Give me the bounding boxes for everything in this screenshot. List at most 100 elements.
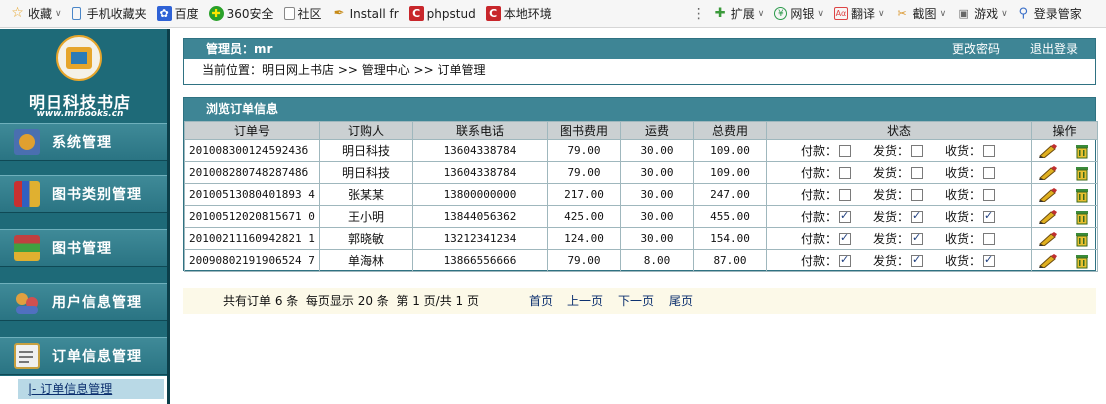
cphp-icon: C <box>408 6 424 21</box>
bookmark-mobile[interactable]: 手机收藏夹 <box>71 5 147 22</box>
puzzle-icon: ✚ <box>714 6 726 21</box>
page-icon <box>283 7 295 20</box>
trash-icon[interactable] <box>1074 231 1090 247</box>
bookmark-favorites[interactable]: ☆ 收藏 ∨ <box>10 5 61 22</box>
col-shipping: 运费 <box>620 121 694 140</box>
received-checkbox[interactable] <box>983 145 996 157</box>
edit-icon[interactable] <box>1039 143 1059 158</box>
received-checkbox[interactable] <box>983 209 996 223</box>
received-checkbox[interactable] <box>983 233 996 245</box>
store-logo: 明日科技书店 www.mrbooks.cn <box>0 29 167 122</box>
buyer-name: 单海林 <box>319 249 413 272</box>
phone-number: 13844056362 <box>412 205 548 228</box>
bookmark-install[interactable]: ✒ Install fr <box>332 6 399 21</box>
shipped-checkbox[interactable] <box>911 145 923 157</box>
admin-header: 管理员：mr 更改密码 退出登录 <box>184 39 1095 59</box>
toolbar-screenshot[interactable]: ✂ 截图 ∨ <box>895 5 946 22</box>
shipped-checkbox[interactable] <box>911 253 923 267</box>
pen-icon: ✒ <box>333 6 345 21</box>
shipped-checkbox[interactable] <box>911 167 923 179</box>
received-label: 收货： <box>945 188 982 202</box>
paid-label: 付款： <box>800 210 837 224</box>
more-vertical-icon[interactable]: ⋮ <box>692 6 706 22</box>
received-checkbox[interactable] <box>983 189 996 201</box>
toolbar-extensions[interactable]: ✚ 扩展 ∨ <box>713 5 765 22</box>
last-page-link[interactable]: 尾页 <box>669 288 693 314</box>
bookmark-phpstudy[interactable]: Cphpstud <box>408 6 476 21</box>
sidebar-item-system[interactable]: 系统管理 <box>0 123 167 161</box>
shipped-checkbox[interactable] <box>911 189 923 201</box>
cphp-icon: C <box>485 6 501 21</box>
received-checkbox[interactable] <box>983 253 996 267</box>
next-page-link[interactable]: 下一页 <box>618 288 654 314</box>
toolbar-translate[interactable]: Aα 翻译 ∨ <box>833 5 885 22</box>
edit-icon[interactable] <box>1039 187 1059 202</box>
system-settings-icon <box>14 129 40 155</box>
book-fee: 124.00 <box>547 227 621 250</box>
paid-checkbox[interactable] <box>838 209 851 223</box>
order-number: 20100828074828748б <box>184 161 320 184</box>
received-label: 收货： <box>945 210 982 224</box>
trash-icon[interactable] <box>1074 187 1090 203</box>
toolbar-login-manager[interactable]: ⚲ 登录管家 <box>1016 5 1082 22</box>
trash-icon[interactable] <box>1074 165 1090 181</box>
sidebar-item-users[interactable]: 用户信息管理 <box>0 283 167 321</box>
paid-label: 付款： <box>800 166 837 180</box>
buyer-name: 明日科技 <box>319 161 413 184</box>
shipped-checkbox[interactable] <box>911 231 923 245</box>
chevron-down-icon: ∨ <box>1001 8 1008 19</box>
edit-icon[interactable] <box>1039 253 1059 268</box>
trash-icon[interactable] <box>1074 253 1090 269</box>
shipped-checkbox[interactable] <box>911 209 923 223</box>
shipped-label: 发货： <box>872 166 909 180</box>
phone-number: 13212341234 <box>412 227 548 250</box>
toolbar-games[interactable]: ▣ 游戏 ∨ <box>956 5 1008 22</box>
order-notepad-icon <box>14 343 40 369</box>
table-row: 20100513080401893 4 张某某 13800000000 217.00 3… <box>184 183 1098 206</box>
sidebar-item-books[interactable]: 图书管理 <box>0 229 167 267</box>
edit-icon[interactable] <box>1039 165 1059 180</box>
received-checkbox[interactable] <box>983 167 996 179</box>
received-label: 收货： <box>945 166 982 180</box>
prev-page-link[interactable]: 上一页 <box>567 288 603 314</box>
books-category-icon <box>14 181 40 207</box>
toolbar-bank[interactable]: ¥ 网银 ∨ <box>774 5 824 22</box>
paid-checkbox[interactable] <box>838 231 851 245</box>
table-row: 20100211160942821 1 郭晓敏 13212341234 124.00 3… <box>184 227 1098 250</box>
edit-icon[interactable] <box>1039 231 1059 246</box>
bookmark-baidu[interactable]: ✿ 百度 <box>156 5 199 22</box>
first-page-link[interactable]: 首页 <box>529 288 553 314</box>
bookmark-local-env[interactable]: C 本地环境 <box>485 5 552 22</box>
paid-checkbox[interactable] <box>838 189 851 201</box>
orders-panel: 浏览订单信息 订单号 订购人 联系电话 图书费用 运费 总费用 状态 操作 20… <box>183 97 1098 272</box>
logout-link[interactable]: 退出登录 <box>1030 39 1078 59</box>
paid-checkbox[interactable] <box>838 253 851 267</box>
status-cell: 付款： 发货： 收货： <box>766 161 1032 184</box>
received-label: 收货： <box>945 232 982 246</box>
baidu-icon: ✿ <box>156 6 172 21</box>
total-fee: 109.00 <box>693 161 767 184</box>
col-book-fee: 图书费用 <box>547 121 621 140</box>
actions-cell <box>1031 227 1098 250</box>
total-fee: 87.00 <box>693 249 767 272</box>
paid-checkbox[interactable] <box>838 167 851 179</box>
change-password-link[interactable]: 更改密码 <box>952 39 1000 59</box>
actions-cell <box>1031 205 1098 228</box>
edit-icon[interactable] <box>1039 209 1059 224</box>
actions-cell <box>1031 249 1098 272</box>
submenu-item-order-management[interactable]: |- 订单信息管理 <box>18 379 164 399</box>
sidebar-item-book-category[interactable]: 图书类别管理 <box>0 175 167 213</box>
paid-label: 付款： <box>800 254 837 268</box>
sidebar-item-orders[interactable]: 订单信息管理 <box>0 337 167 375</box>
book-fee: 79.00 <box>547 139 621 162</box>
admin-label: 管理员：mr <box>206 42 273 56</box>
trash-icon[interactable] <box>1074 143 1090 159</box>
col-phone: 联系电话 <box>412 121 548 140</box>
star-icon: ☆ <box>11 5 24 21</box>
paid-checkbox[interactable] <box>838 145 851 157</box>
bookmark-360[interactable]: ✚ 360安全 <box>208 5 274 22</box>
scissors-icon: ✂ <box>897 7 907 20</box>
bookmark-community[interactable]: 社区 <box>283 5 322 22</box>
book-fee: 79.00 <box>547 161 621 184</box>
trash-icon[interactable] <box>1074 209 1090 225</box>
